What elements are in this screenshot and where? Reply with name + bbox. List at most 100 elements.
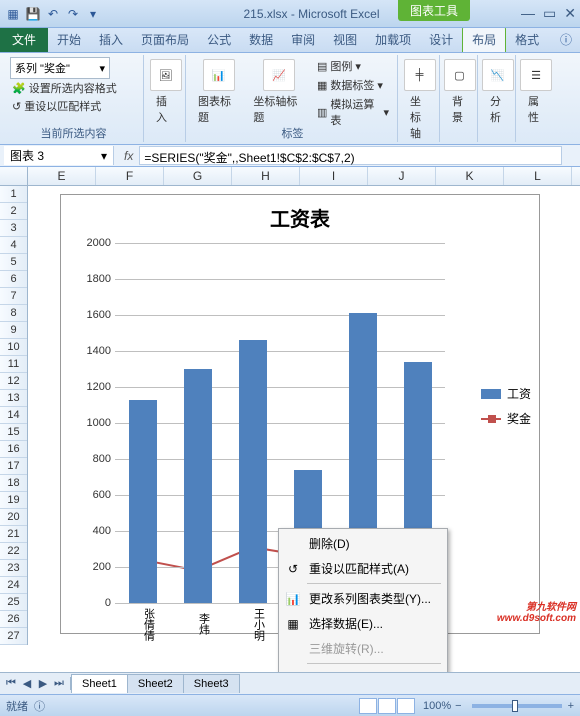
chart-element-selector[interactable]: 系列 "奖金" ▾ bbox=[10, 57, 110, 79]
fx-label[interactable]: fx bbox=[118, 149, 139, 163]
tab-chart-format[interactable]: 格式 bbox=[506, 27, 548, 52]
row-header[interactable]: 9 bbox=[0, 322, 27, 339]
row-header[interactable]: 20 bbox=[0, 509, 27, 526]
x-axis-label: 张倩倩 bbox=[129, 605, 157, 643]
tab-design[interactable]: 设计 bbox=[420, 27, 462, 52]
ctx-reset-style[interactable]: ↺重设以匹配样式(A) bbox=[281, 556, 445, 581]
column-header[interactable]: F bbox=[96, 167, 164, 185]
name-box[interactable]: 图表 3 ▾ bbox=[4, 146, 114, 165]
ctx-change-chart-type[interactable]: 📊更改系列图表类型(Y)... bbox=[281, 586, 445, 611]
column-header[interactable]: G bbox=[164, 167, 232, 185]
sheet-tab[interactable]: Sheet3 bbox=[183, 674, 240, 693]
row-header[interactable]: 13 bbox=[0, 390, 27, 407]
zoom-slider[interactable] bbox=[472, 704, 562, 708]
row-header[interactable]: 16 bbox=[0, 441, 27, 458]
maximize-button[interactable]: ▭ bbox=[543, 5, 556, 22]
chart-title[interactable]: 工资表 bbox=[61, 195, 539, 236]
tab-chart-layout[interactable]: 布局 bbox=[462, 26, 506, 52]
bar-salary[interactable] bbox=[184, 369, 212, 603]
row-header[interactable]: 1 bbox=[0, 186, 27, 203]
row-header[interactable]: 21 bbox=[0, 526, 27, 543]
tab-page-layout[interactable]: 页面布局 bbox=[132, 27, 198, 52]
data-labels-button[interactable]: ▦数据标签▾ bbox=[315, 76, 391, 94]
zoom-in-icon[interactable]: + bbox=[568, 700, 574, 712]
ribbon-body: 系列 "奖金" ▾ 🧩设置所选内容格式 ↺重设以匹配样式 当前所选内容 🖼插入 … bbox=[0, 53, 580, 145]
row-header[interactable]: 11 bbox=[0, 356, 27, 373]
reset-match-style-button[interactable]: ↺重设以匹配样式 bbox=[10, 97, 137, 115]
save-icon[interactable]: 💾 bbox=[24, 5, 42, 23]
tab-file[interactable]: 文件 bbox=[0, 27, 48, 52]
row-header[interactable]: 18 bbox=[0, 475, 27, 492]
legend-item-bonus[interactable]: 奖金 bbox=[481, 410, 531, 427]
legend-button[interactable]: ▤图例▾ bbox=[315, 57, 391, 75]
row-header[interactable]: 19 bbox=[0, 492, 27, 509]
row-header[interactable]: 7 bbox=[0, 288, 27, 305]
tab-review[interactable]: 审阅 bbox=[282, 27, 324, 52]
qat-dropdown-icon[interactable]: ▾ bbox=[84, 5, 102, 23]
zoom-level[interactable]: 100% bbox=[423, 700, 451, 712]
row-header[interactable]: 25 bbox=[0, 594, 27, 611]
zoom-out-icon[interactable]: − bbox=[455, 700, 461, 712]
chart-legend[interactable]: 工资 奖金 bbox=[481, 385, 531, 435]
column-header[interactable]: K bbox=[436, 167, 504, 185]
zoom-thumb[interactable] bbox=[512, 700, 518, 712]
sheet-tab-bar: ⏮◀▶⏭ Sheet1Sheet2Sheet3 bbox=[0, 672, 580, 694]
properties-button[interactable]: ☰属性 bbox=[524, 57, 548, 127]
ctx-select-data[interactable]: ▦选择数据(E)... bbox=[281, 611, 445, 636]
row-header[interactable]: 26 bbox=[0, 611, 27, 628]
row-header[interactable]: 2 bbox=[0, 203, 27, 220]
row-header[interactable]: 17 bbox=[0, 458, 27, 475]
select-all-corner[interactable] bbox=[0, 167, 28, 185]
tab-home[interactable]: 开始 bbox=[48, 27, 90, 52]
excel-icon: ▦ bbox=[4, 5, 22, 23]
tab-formulas[interactable]: 公式 bbox=[198, 27, 240, 52]
bar-salary[interactable] bbox=[129, 400, 157, 603]
legend-item-salary[interactable]: 工资 bbox=[481, 385, 531, 402]
row-header[interactable]: 3 bbox=[0, 220, 27, 237]
row-header[interactable]: 22 bbox=[0, 543, 27, 560]
column-header[interactable]: L bbox=[504, 167, 572, 185]
column-header[interactable]: E bbox=[28, 167, 96, 185]
column-header[interactable]: H bbox=[232, 167, 300, 185]
watermark: 第九软件网 www.d9soft.com bbox=[497, 598, 576, 624]
row-header[interactable]: 5 bbox=[0, 254, 27, 271]
sheet-tab[interactable]: Sheet1 bbox=[71, 674, 128, 693]
tab-insert[interactable]: 插入 bbox=[90, 27, 132, 52]
tab-data[interactable]: 数据 bbox=[240, 27, 282, 52]
row-header[interactable]: 10 bbox=[0, 339, 27, 356]
row-header[interactable]: 24 bbox=[0, 577, 27, 594]
column-header[interactable]: J bbox=[368, 167, 436, 185]
view-buttons[interactable] bbox=[359, 698, 415, 714]
row-header[interactable]: 14 bbox=[0, 407, 27, 424]
undo-icon[interactable]: ↶ bbox=[44, 5, 62, 23]
tab-view[interactable]: 视图 bbox=[324, 27, 366, 52]
axes-button[interactable]: ╪坐标轴 bbox=[406, 57, 433, 143]
sheet-tab[interactable]: Sheet2 bbox=[127, 674, 184, 693]
row-header[interactable]: 8 bbox=[0, 305, 27, 322]
tab-addins[interactable]: 加载项 bbox=[366, 27, 420, 52]
column-header[interactable]: I bbox=[300, 167, 368, 185]
row-header[interactable]: 6 bbox=[0, 271, 27, 288]
format-selection-button[interactable]: 🧩设置所选内容格式 bbox=[10, 79, 137, 97]
insert-button[interactable]: 🖼插入 bbox=[152, 57, 179, 127]
axis-title-button[interactable]: 📈坐标轴标题 bbox=[249, 57, 309, 127]
help-icon[interactable]: ⓘ bbox=[552, 27, 580, 52]
sheet-nav-arrows[interactable]: ⏮◀▶⏭ bbox=[0, 677, 71, 690]
background-button[interactable]: ▢背景 bbox=[448, 57, 471, 127]
datatable-button[interactable]: ▥模拟运算表▾ bbox=[315, 95, 391, 129]
minimize-button[interactable]: — bbox=[521, 5, 535, 22]
cells-area[interactable]: 1234567891011121314151617181920212223242… bbox=[0, 186, 580, 672]
ctx-delete[interactable]: 删除(D) bbox=[281, 531, 445, 556]
row-header[interactable]: 15 bbox=[0, 424, 27, 441]
row-header[interactable]: 23 bbox=[0, 560, 27, 577]
ctx-add-data-labels[interactable]: 添加数据标签(B) bbox=[281, 666, 445, 672]
bar-salary[interactable] bbox=[239, 340, 267, 603]
row-header[interactable]: 27 bbox=[0, 628, 27, 645]
formula-input[interactable]: =SERIES("奖金",,Sheet1!$C$2:$C$7,2) bbox=[139, 146, 562, 165]
close-button[interactable]: ✕ bbox=[564, 5, 576, 22]
row-header[interactable]: 12 bbox=[0, 373, 27, 390]
analysis-button[interactable]: 📉分析 bbox=[486, 57, 509, 127]
chart-title-button[interactable]: 📊图表标题 bbox=[194, 57, 243, 127]
row-header[interactable]: 4 bbox=[0, 237, 27, 254]
redo-icon[interactable]: ↷ bbox=[64, 5, 82, 23]
